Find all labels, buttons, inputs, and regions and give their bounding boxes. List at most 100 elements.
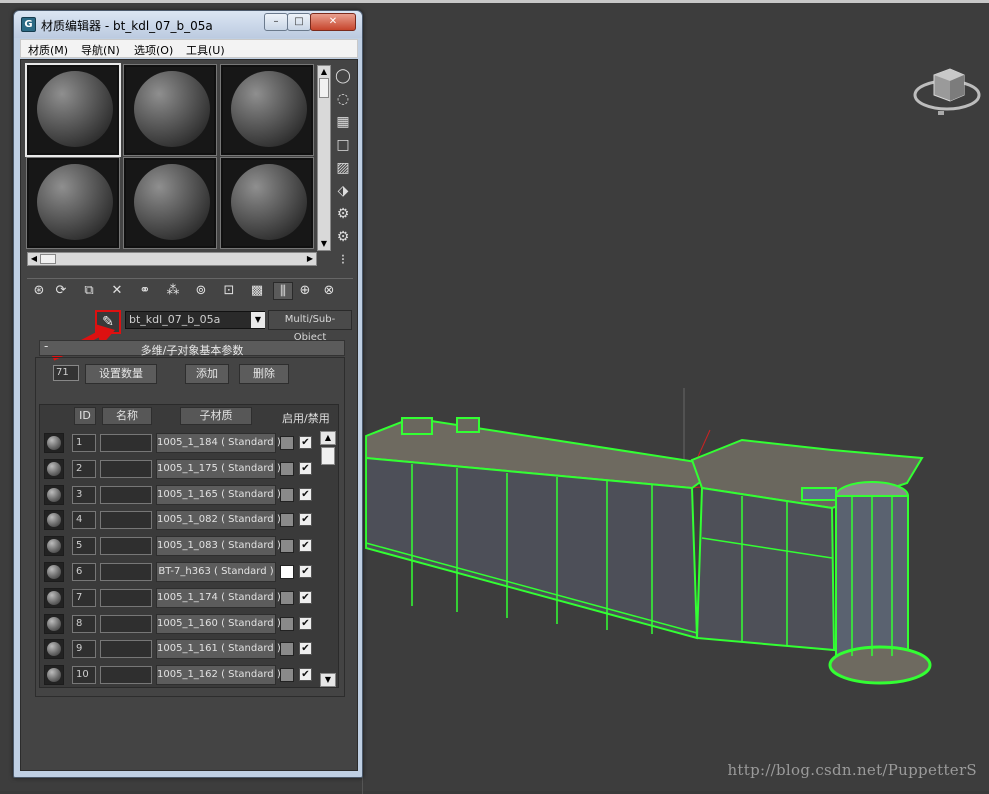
menu-navigation[interactable]: 导航(N) <box>81 42 120 58</box>
enable-checkbox[interactable]: ✔ <box>299 565 312 578</box>
row-id-field[interactable]: 6 <box>72 563 96 581</box>
color-swatch[interactable] <box>280 565 294 579</box>
menu-options[interactable]: 选项(O) <box>134 42 173 58</box>
scroll-left-icon[interactable]: ◀ <box>29 254 39 264</box>
table-row[interactable]: 4 1005_1_082 ( Standard ) ✔ <box>40 508 320 532</box>
scroll-down-icon[interactable]: ▼ <box>320 673 336 687</box>
table-row[interactable]: 5 1005_1_083 ( Standard ) ✔ <box>40 534 320 558</box>
put-to-scene-icon[interactable]: ⟳ <box>51 282 71 300</box>
color-swatch[interactable] <box>280 513 294 528</box>
scroll-thumb[interactable] <box>319 78 329 98</box>
row-name-field[interactable] <box>100 588 152 607</box>
building-model[interactable] <box>362 378 989 708</box>
row-id-field[interactable]: 8 <box>72 614 96 633</box>
row-name-field[interactable] <box>100 537 152 556</box>
enable-checkbox[interactable]: ✔ <box>299 642 312 656</box>
pick-material-icon[interactable]: ⊗ <box>319 282 339 300</box>
video-color-check-icon[interactable]: ▨ <box>333 158 353 178</box>
color-swatch[interactable] <box>280 668 294 683</box>
show-shaded-icon[interactable]: ⊡ <box>219 282 239 300</box>
scroll-up-icon[interactable]: ▲ <box>319 67 329 77</box>
background-checker-icon[interactable]: ▦ <box>333 112 353 132</box>
material-id-channel-icon[interactable]: ⊚ <box>191 282 211 300</box>
submaterial-button[interactable]: 1005_1_165 ( Standard ) <box>156 484 281 505</box>
material-type-button[interactable]: Multi/Sub-Object <box>268 310 352 343</box>
material-preview-icon[interactable] <box>44 433 64 453</box>
scroll-thumb[interactable] <box>321 447 335 465</box>
color-swatch[interactable] <box>280 539 294 554</box>
sample-slot[interactable] <box>220 157 314 249</box>
get-material-icon[interactable]: ⊛ <box>29 282 49 300</box>
enable-checkbox[interactable]: ✔ <box>299 616 312 630</box>
sample-uv-tiling-icon[interactable]: □ <box>333 135 353 155</box>
submaterial-button[interactable]: 1005_1_161 ( Standard ) <box>156 639 281 660</box>
row-name-field[interactable] <box>100 563 152 581</box>
row-name-field[interactable] <box>100 434 152 452</box>
sample-slot[interactable] <box>26 157 120 249</box>
column-id[interactable]: ID <box>74 407 96 425</box>
close-button[interactable]: ✕ <box>310 13 356 31</box>
menu-tools[interactable]: 工具(U) <box>186 42 225 58</box>
submaterial-button[interactable]: 1005_1_083 ( Standard ) <box>156 536 281 557</box>
submaterial-button[interactable]: 1005_1_174 ( Standard ) <box>156 587 281 608</box>
row-id-field[interactable]: 7 <box>72 588 96 607</box>
sample-slot[interactable] <box>123 157 217 249</box>
add-button[interactable]: 添加 <box>185 364 229 384</box>
enable-checkbox[interactable]: ✔ <box>299 513 312 527</box>
color-swatch[interactable] <box>280 590 294 605</box>
material-preview-icon[interactable] <box>44 536 64 557</box>
submaterial-button[interactable]: 1005_1_160 ( Standard ) <box>156 613 281 634</box>
row-name-field[interactable] <box>100 485 152 504</box>
reset-map-icon[interactable]: ✕ <box>107 282 127 300</box>
slots-vertical-scrollbar[interactable]: ▲ ▼ <box>317 65 331 251</box>
set-count-button[interactable]: 设置数量 <box>85 364 157 384</box>
sample-slot[interactable] <box>25 63 121 157</box>
table-row[interactable]: 8 1005_1_160 ( Standard ) ✔ <box>40 612 320 636</box>
show-end-result-icon[interactable]: ▩ <box>247 282 267 300</box>
slots-horizontal-scrollbar[interactable]: ◀ ▶ <box>27 252 317 266</box>
material-preview-icon[interactable] <box>44 665 64 686</box>
table-row[interactable]: 1 1005_1_184 ( Standard ) ✔ <box>40 431 320 455</box>
row-id-field[interactable]: 1 <box>72 434 96 452</box>
table-row[interactable]: 2 1005_1_175 ( Standard ) ✔ <box>40 457 320 481</box>
color-swatch[interactable] <box>280 642 294 657</box>
material-preview-icon[interactable] <box>44 458 64 479</box>
table-row[interactable]: 10 1005_1_162 ( Standard ) ✔ <box>40 663 320 687</box>
row-name-field[interactable] <box>100 511 152 530</box>
make-unique-icon[interactable]: ⚭ <box>135 282 155 300</box>
scroll-right-icon[interactable]: ▶ <box>305 254 315 264</box>
column-name[interactable]: 名称 <box>102 407 152 425</box>
material-editor-window[interactable]: G 材质编辑器 - bt_kdl_07_b_05a – □ ✕ 材质(M) 导航… <box>13 10 363 778</box>
row-id-field[interactable]: 9 <box>72 640 96 659</box>
make-preview-icon[interactable]: ⬗ <box>333 181 353 201</box>
list-scrollbar[interactable]: ▲ ▼ <box>320 431 336 687</box>
table-row[interactable]: 7 1005_1_174 ( Standard ) ✔ <box>40 586 320 610</box>
put-to-library-icon[interactable]: ⁂ <box>163 282 183 300</box>
sample-type-icon[interactable]: ◯ <box>333 66 353 86</box>
color-swatch[interactable] <box>280 461 294 476</box>
enable-checkbox[interactable]: ✔ <box>299 487 312 501</box>
submaterial-count-field[interactable]: 71 <box>53 365 79 381</box>
options-icon[interactable]: ⚙ <box>333 204 353 224</box>
submaterial-button[interactable]: 1005_1_184 ( Standard ) <box>156 433 281 453</box>
sample-slot[interactable] <box>123 64 217 156</box>
submaterial-button[interactable]: 1005_1_175 ( Standard ) <box>156 458 281 479</box>
table-row[interactable]: 3 1005_1_165 ( Standard ) ✔ <box>40 483 320 507</box>
row-name-field[interactable] <box>100 614 152 633</box>
color-swatch[interactable] <box>280 436 294 450</box>
submaterial-button[interactable]: 1005_1_162 ( Standard ) <box>156 665 281 686</box>
enable-checkbox[interactable]: ✔ <box>299 590 312 604</box>
material-preview-icon[interactable] <box>44 562 64 582</box>
row-id-field[interactable]: 4 <box>72 511 96 530</box>
assign-to-selection-icon[interactable]: ⧉ <box>79 282 99 300</box>
color-swatch[interactable] <box>280 616 294 631</box>
material-name-field[interactable]: bt_kdl_07_b_05a <box>125 311 265 329</box>
go-to-parent-icon[interactable]: ⫼ <box>273 282 293 300</box>
row-id-field[interactable]: 2 <box>72 459 96 478</box>
table-row[interactable]: 6 BT-7_h363 ( Standard ) ✔ <box>40 560 320 584</box>
chevron-down-icon[interactable]: ▼ <box>251 312 265 328</box>
material-preview-icon[interactable] <box>44 484 64 505</box>
scroll-down-icon[interactable]: ▼ <box>319 239 329 249</box>
enable-checkbox[interactable]: ✔ <box>299 539 312 553</box>
enable-checkbox[interactable]: ✔ <box>299 461 312 475</box>
